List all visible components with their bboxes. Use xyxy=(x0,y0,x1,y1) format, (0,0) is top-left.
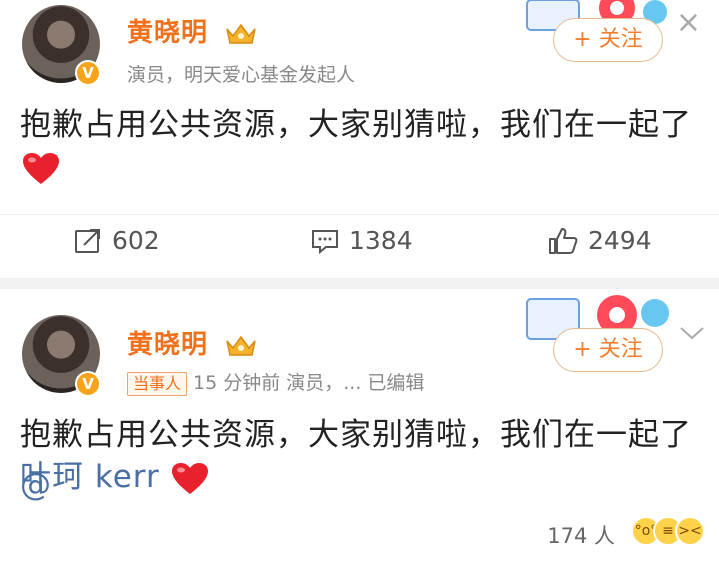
like-count: 2494 xyxy=(588,226,652,255)
repost-button[interactable]: 602 xyxy=(74,226,160,255)
crown-icon xyxy=(226,335,256,356)
post-card-2: V 黄晓明 当事人 15 分钟前 演员，... 已编辑 + 关注 抱歉占用公共资源… xyxy=(0,289,719,574)
repost-count: 602 xyxy=(112,226,160,255)
follow-button[interactable]: + 关注 xyxy=(553,18,663,62)
comment-button[interactable]: 1384 xyxy=(311,226,413,255)
thumbs-up-icon xyxy=(549,227,578,254)
comment-count: 1384 xyxy=(349,226,413,255)
laugh-emoji-icon: >< xyxy=(675,516,705,546)
verified-icon: V xyxy=(75,371,101,397)
close-icon[interactable]: × xyxy=(676,8,701,38)
heart-emoji-icon xyxy=(23,153,59,184)
crown-icon xyxy=(226,23,256,44)
comment-icon xyxy=(312,229,338,254)
like-button[interactable]: 2494 xyxy=(548,226,652,255)
author-bio: 演员，明天爱心基金发起人 xyxy=(127,64,356,86)
post-text-line2: 叶珂 kerr xyxy=(20,452,209,502)
chevron-down-icon[interactable] xyxy=(679,325,705,341)
author-name-text: 黄晓明 xyxy=(127,18,209,48)
author-name-text: 黄晓明 xyxy=(127,330,209,360)
repost-icon xyxy=(75,228,100,253)
post-card-1: V 黄晓明 演员，明天爱心基金发起人 + 关注 × 抱歉占用公共资源，大家别猜啦… xyxy=(0,0,719,278)
follow-button[interactable]: + 关注 xyxy=(553,328,663,372)
reaction-emojis[interactable]: °o° ≡ >< xyxy=(631,516,705,546)
post-text: 抱歉占用公共资源，大家别猜啦，我们在一起了 xyxy=(20,107,692,143)
reaction-count[interactable]: 174 人 xyxy=(547,520,615,550)
divider xyxy=(0,214,719,215)
author-name[interactable]: 黄晓明 xyxy=(127,324,258,361)
verified-icon: V xyxy=(75,60,101,86)
post-text-body: 抱歉占用公共资源，大家别猜啦，我们在一起了 xyxy=(20,417,692,453)
mention-link[interactable]: 叶珂 kerr xyxy=(20,459,160,495)
post-meta-text: 15 分钟前 演员，... 已编辑 xyxy=(193,372,425,394)
heart-emoji-icon xyxy=(171,462,208,494)
author-name[interactable]: 黄晓明 xyxy=(127,12,258,49)
status-badge: 当事人 xyxy=(127,372,188,396)
post-meta: 当事人 15 分钟前 演员，... 已编辑 xyxy=(127,368,424,396)
